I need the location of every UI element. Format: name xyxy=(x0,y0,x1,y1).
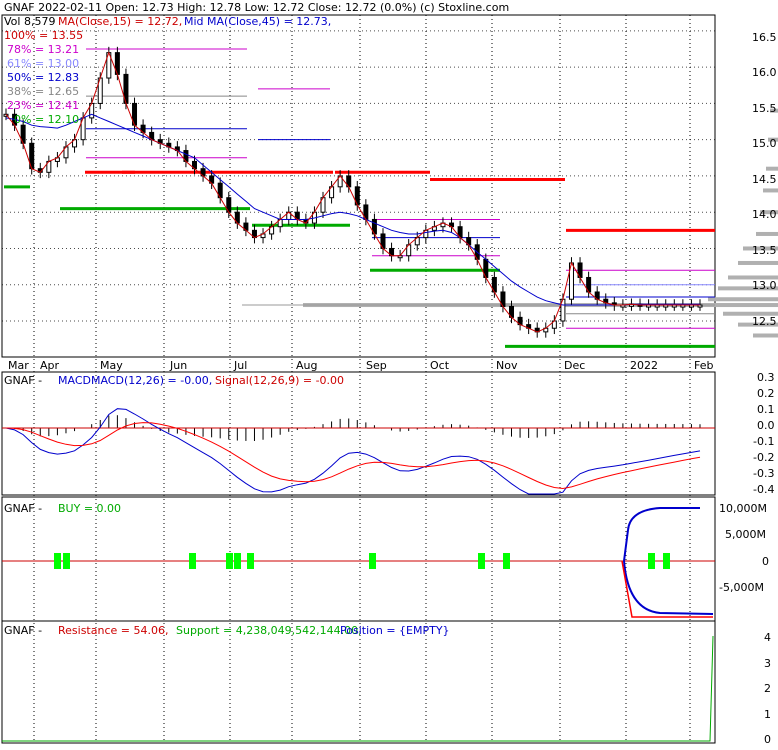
position-label: Position = {EMPTY} xyxy=(340,624,450,637)
candles xyxy=(3,46,703,338)
buy-marker xyxy=(503,553,510,569)
buy-marker xyxy=(226,553,233,569)
buy-marker xyxy=(648,553,655,569)
buy-marker xyxy=(234,553,241,569)
buy-prefix: GNAF - xyxy=(4,502,42,515)
month-tick: Sep xyxy=(366,359,387,372)
fib-50-label: 50% = 12.83 xyxy=(7,71,79,84)
stock-chart: GNAF 2022-02-11 Open: 12.73 High: 12.78 … xyxy=(0,0,778,746)
resistance-prefix: GNAF - xyxy=(4,624,42,637)
resistance-axis: 4 3 2 1 0 xyxy=(764,631,771,746)
fib-labels: 100% = 13.55 78% = 13.21 61% = 13.00 50%… xyxy=(4,29,83,126)
month-tick: Mar xyxy=(8,359,29,372)
buy-axis: 10,000M 5,000M 0 -5,000M xyxy=(719,502,769,594)
price-tick: 14.0 xyxy=(752,208,777,221)
month-tick: Jul xyxy=(233,359,247,372)
price-tick: 13.5 xyxy=(752,244,777,257)
header-line: GNAF 2022-02-11 Open: 12.73 High: 12.78 … xyxy=(4,1,509,14)
price-tick: 15.0 xyxy=(752,137,777,150)
buy-marker xyxy=(54,553,61,569)
fib-78-label: 78% = 13.21 xyxy=(7,43,79,56)
macd-histogram xyxy=(2,415,715,441)
buy-red-curve xyxy=(621,560,713,618)
buy-tick: 5,000M xyxy=(725,528,766,541)
ma15-line xyxy=(5,51,700,333)
fib-38-label: 38% = 12.65 xyxy=(7,85,79,98)
buy-tick: 0 xyxy=(762,555,769,568)
support-label: Support = 4,238,049,542,144.00, xyxy=(176,624,362,637)
month-tick: Apr xyxy=(40,359,60,372)
price-axis: 16.5 16.0 15.5 15.0 14.5 14.0 13.5 13.0 … xyxy=(752,31,777,328)
buy-marker xyxy=(478,553,485,569)
buy-marker xyxy=(663,553,670,569)
buy-marker xyxy=(247,553,254,569)
volume-profile-bar xyxy=(738,260,778,265)
fib-61-label: 61% = 13.00 xyxy=(7,57,79,70)
volume-profile-bar xyxy=(753,333,778,338)
fib-0-label: 0% = 12.10 xyxy=(14,113,79,126)
month-tick: Aug xyxy=(296,359,317,372)
macd-tick: 0.0 xyxy=(757,419,775,432)
macd-tick: 0.1 xyxy=(757,403,775,416)
month-tick: 2022 xyxy=(630,359,658,372)
macd-tick: 0.3 xyxy=(757,371,775,384)
res-tick: 0 xyxy=(764,733,771,746)
volume-label: Vol 8,579 xyxy=(4,15,55,28)
price-tick: 16.0 xyxy=(752,66,777,79)
price-tick: 14.5 xyxy=(752,173,777,186)
buy-upper-curve xyxy=(623,507,700,562)
macd-tick: 0.2 xyxy=(757,387,775,400)
month-tick: Nov xyxy=(496,359,518,372)
buy-tick: -5,000M xyxy=(719,581,764,594)
res-tick: 2 xyxy=(764,682,771,695)
price-tick: 15.5 xyxy=(752,102,777,115)
time-axis: Mar Apr May Jun Jul Aug Sep Oct Nov Dec … xyxy=(8,359,713,372)
ma45-label: Mid MA(Close,45) = 12.73, xyxy=(184,15,331,28)
ma15-label: MA(Close,15) = 12.72, xyxy=(58,15,182,28)
res-tick: 4 xyxy=(764,631,771,644)
volume-profile-bar xyxy=(763,188,778,193)
macd-tick: -0.3 xyxy=(753,467,774,480)
buy-marker xyxy=(63,553,70,569)
month-tick: Dec xyxy=(564,359,585,372)
signal-line xyxy=(5,422,701,490)
price-tick: 16.5 xyxy=(752,31,777,44)
macd-label: MACDMACD(12,26) = -0.00, xyxy=(58,374,212,387)
fib-23-label: 23% = 12.41 xyxy=(7,99,79,112)
resistance-panel-frame xyxy=(1,620,716,744)
volume-profile-bar xyxy=(756,231,778,236)
macd-prefix: GNAF - xyxy=(4,374,42,387)
volume-profile-bar xyxy=(766,166,778,171)
resistance-label: Resistance = 54.06, xyxy=(58,624,168,637)
month-tick: Feb xyxy=(694,359,713,372)
month-tick: May xyxy=(100,359,123,372)
res-tick: 3 xyxy=(764,657,771,670)
buy-marker xyxy=(369,553,376,569)
res-tick: 1 xyxy=(764,708,771,721)
position-line xyxy=(2,635,714,742)
macd-tick: -0.4 xyxy=(753,483,774,496)
month-tick: Jun xyxy=(169,359,187,372)
macd-axis: 0.3 0.2 0.1 0.0 -0.1 -0.2 -0.3 -0.4 xyxy=(753,371,775,496)
buy-label: BUY = 0.00 xyxy=(58,502,121,515)
price-tick: 12.5 xyxy=(752,315,777,328)
chart-canvas: GNAF 2022-02-11 Open: 12.73 High: 12.78 … xyxy=(1,1,778,746)
macd-tick: -0.2 xyxy=(753,451,774,464)
volume-profile-bar xyxy=(708,297,778,302)
macd-tick: -0.1 xyxy=(753,435,774,448)
fib-100-label: 100% = 13.55 xyxy=(4,29,83,42)
signal-label: Signal(12,26,9) = -0.00 xyxy=(215,374,344,387)
buy-panel-frame xyxy=(1,496,716,622)
buy-tick: 10,000M xyxy=(719,502,767,515)
month-tick: Oct xyxy=(430,359,450,372)
buy-marker xyxy=(189,553,196,569)
price-tick: 13.0 xyxy=(752,279,777,292)
macd-line xyxy=(5,408,701,495)
